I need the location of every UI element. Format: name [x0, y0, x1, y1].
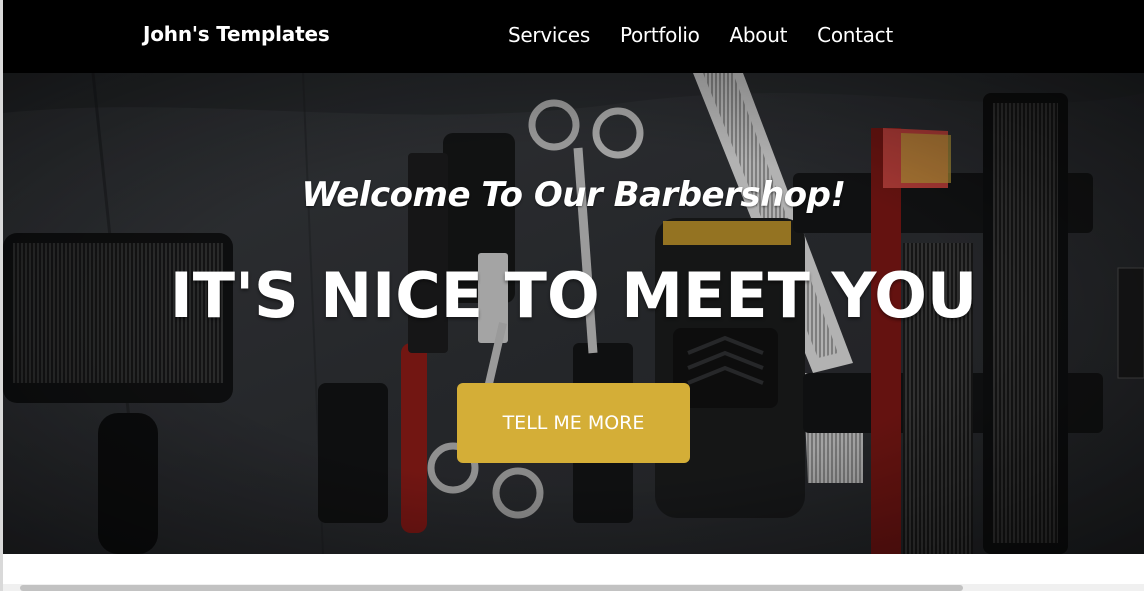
hero-heading: IT'S NICE TO MEET YOU [169, 259, 978, 332]
page: John's Templates Services Portfolio Abou… [0, 0, 1144, 591]
nav-link-contact[interactable]: Contact [817, 23, 893, 47]
nav-link-services[interactable]: Services [508, 23, 590, 47]
nav-link-portfolio[interactable]: Portfolio [620, 23, 700, 47]
nav-link-about[interactable]: About [730, 23, 788, 47]
tell-me-more-button[interactable]: TELL ME MORE [457, 383, 690, 463]
hero-subheading: Welcome To Our Barbershop! [301, 175, 846, 215]
scrollbar-thumb[interactable] [20, 585, 963, 591]
brand-link[interactable]: John's Templates [143, 22, 330, 46]
nav-links: Services Portfolio About Contact [508, 23, 893, 47]
hero-section: Welcome To Our Barbershop! IT'S NICE TO … [3, 73, 1144, 554]
navbar: John's Templates Services Portfolio Abou… [3, 0, 1144, 73]
